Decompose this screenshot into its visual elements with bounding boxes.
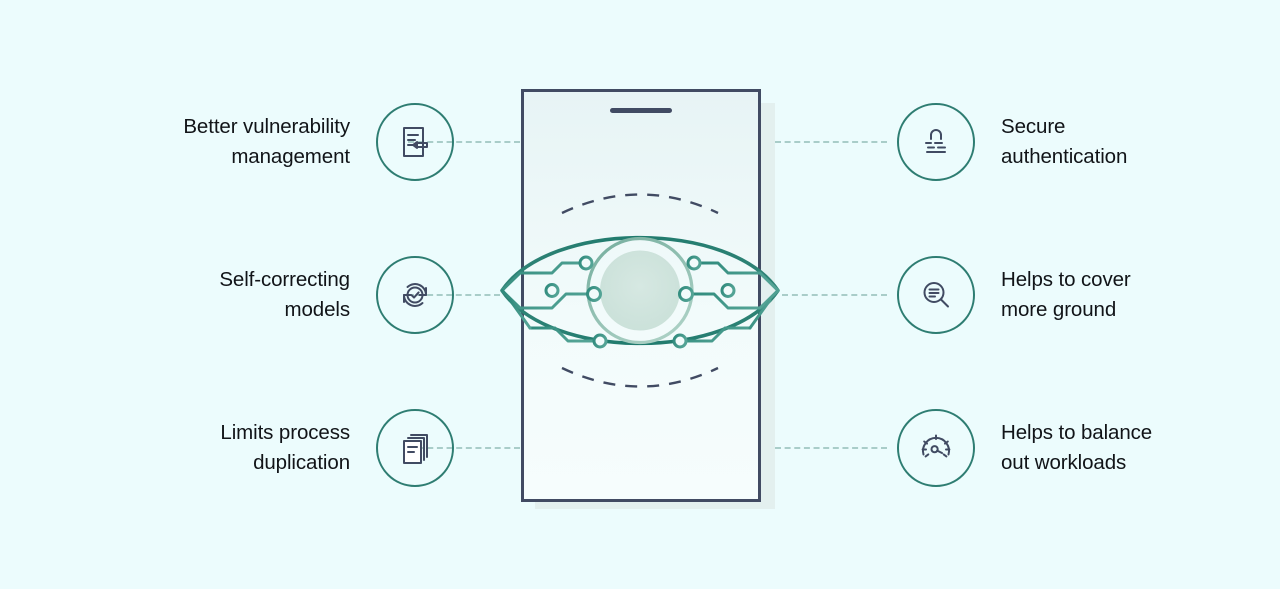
connector-line-right-1	[775, 141, 887, 143]
feature-limits-process-duplication[interactable]: Limits process duplication	[100, 409, 454, 487]
feature-label: Self-correcting models	[219, 268, 350, 321]
feature-secure-authentication[interactable]: Secure authentication	[897, 103, 1251, 181]
feature-label: Limits process duplication	[220, 421, 350, 474]
feature-self-correcting-models[interactable]: Self-correcting models	[100, 256, 454, 334]
connector-line-right-2	[782, 294, 887, 296]
feature-label: Better vulnerability management	[183, 115, 350, 168]
document-edit-icon[interactable]	[376, 103, 454, 181]
copy-documents-icon[interactable]	[376, 409, 454, 487]
padlock-icon[interactable]	[897, 103, 975, 181]
feature-helps-to-balance-out-workloads[interactable]: Helps to balance out workloads	[897, 409, 1251, 487]
feature-label: Helps to balance out workloads	[1001, 421, 1153, 474]
speedometer-icon[interactable]	[897, 409, 975, 487]
refresh-check-icon[interactable]	[376, 256, 454, 334]
phone-speaker-bar	[610, 108, 672, 113]
infographic-canvas: Better vulnerability management Self-cor…	[0, 0, 1280, 589]
feature-label: Secure authentication	[1001, 115, 1128, 168]
magnifier-lines-icon[interactable]	[897, 256, 975, 334]
smartphone-frame	[521, 89, 761, 502]
connector-line-right-3	[775, 447, 887, 449]
feature-better-vulnerability-management[interactable]: Better vulnerability management	[100, 103, 454, 181]
feature-label: Helps to cover more ground	[1001, 268, 1131, 321]
feature-helps-to-cover-more-ground[interactable]: Helps to cover more ground	[897, 256, 1251, 334]
